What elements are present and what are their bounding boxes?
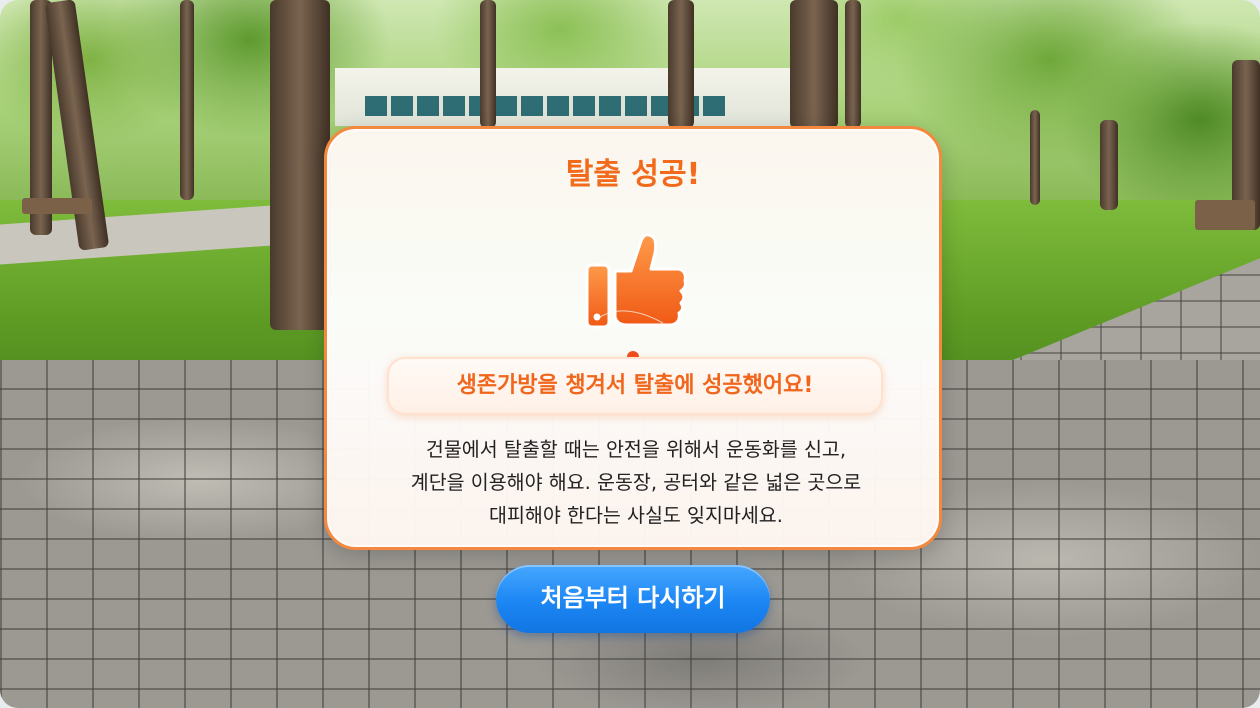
safety-tip-line: 계단을 이용해야 해요. 운동장, 공터와 같은 넓은 곳으로 [410,471,862,494]
tree-trunk [270,0,330,330]
tree-trunk [790,0,838,128]
park-bench [1195,200,1255,230]
background-building [335,68,790,126]
dialog-title: 탈출 성공! [565,157,701,192]
tree-trunk [480,0,496,128]
safety-tip-text: 건물에서 탈출할 때는 안전을 위해서 운동화를 신고, 계단을 이용해야 해요… [347,433,925,532]
safety-tip-line: 건물에서 탈출할 때는 안전을 위해서 운동화를 신고, [425,438,847,461]
thumbs-up-icon [583,231,693,335]
restart-button[interactable]: 처음부터 다시하기 [496,565,770,633]
tree-trunk [1100,120,1118,210]
park-bench [22,198,92,214]
app-frame: 탈출 성공! 생존가방을 챙겨서 탈출에 성공했어요! 건물에서 탈출할 때는 … [0,0,1260,708]
tree-trunk [1030,110,1040,205]
tree-trunk [668,0,694,128]
safety-tip-line: 대피해야 한다는 사실도 잊지마세요. [489,504,783,527]
tree-trunk [845,0,861,128]
tree-trunk [180,0,194,200]
result-message: 생존가방을 챙겨서 탈출에 성공했어요! [387,357,883,415]
escape-success-dialog: 탈출 성공! 생존가방을 챙겨서 탈출에 성공했어요! 건물에서 탈출할 때는 … [324,126,942,550]
